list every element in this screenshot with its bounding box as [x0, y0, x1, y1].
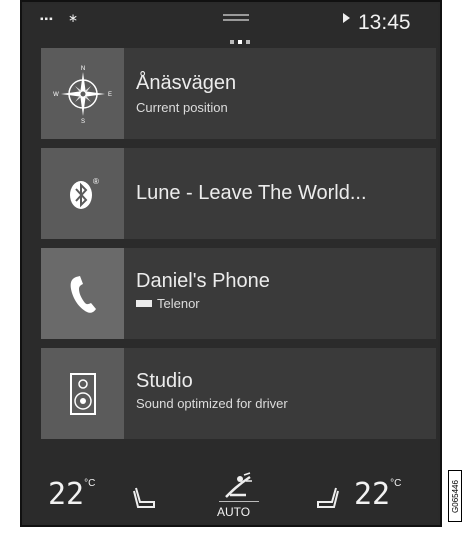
right-seat-heat-icon[interactable]	[314, 485, 340, 511]
center-display: ▪▪▪ ∗ 13:45 N S W E Ånäsvägen Current po…	[20, 0, 442, 527]
tile-title: Lune - Leave The World...	[136, 182, 367, 204]
tile-subtitle: Telenor	[157, 296, 200, 311]
compass-icon: N S W E	[41, 48, 124, 139]
tile-title: Ånäsvägen	[136, 72, 237, 94]
tile-subtitle: Sound optimized for driver	[136, 396, 288, 411]
status-bar[interactable]: ▪▪▪ ∗ 13:45	[24, 4, 438, 40]
phone-tile[interactable]: Daniel's Phone Telenor	[41, 248, 436, 339]
temperature-unit: °C	[84, 478, 96, 489]
svg-text:W: W	[53, 92, 59, 98]
svg-text:®: ®	[93, 177, 99, 186]
navigation-tile[interactable]: N S W E Ånäsvägen Current position	[41, 48, 436, 139]
bluetooth-icon: ®	[41, 148, 124, 239]
left-temperature-button[interactable]: 22°C	[48, 477, 95, 512]
climate-bar: 22°C AUTO 22°C	[24, 463, 438, 523]
svg-text:N: N	[80, 66, 84, 72]
figure-code: G065446	[448, 470, 462, 522]
right-temperature-value: 22	[354, 477, 391, 512]
left-seat-heat-icon[interactable]	[132, 485, 158, 511]
fan-icon[interactable]	[220, 471, 256, 503]
clock: 13:45	[358, 11, 411, 34]
audio-tile[interactable]: Studio Sound optimized for driver	[41, 348, 436, 439]
drag-handle[interactable]	[223, 14, 249, 16]
page-dot	[230, 40, 234, 44]
play-icon	[343, 13, 350, 23]
fan-level-line	[219, 501, 259, 502]
right-temperature-button[interactable]: 22°C	[354, 477, 401, 512]
figure-code-text: G065446	[450, 479, 460, 513]
page-dot	[246, 40, 250, 44]
network-carrier-icon	[136, 300, 152, 307]
speaker-icon	[41, 348, 124, 439]
tile-title: Daniel's Phone	[136, 270, 270, 292]
page-indicator	[230, 40, 250, 44]
temperature-unit: °C	[390, 478, 402, 489]
svg-text:E: E	[107, 92, 111, 98]
phone-icon	[41, 248, 124, 339]
page-dot-active	[238, 40, 242, 44]
climate-auto-label: AUTO	[217, 505, 251, 519]
svg-text:S: S	[80, 119, 84, 124]
bluetooth-status-icon: ∗	[68, 11, 79, 25]
media-tile[interactable]: ® Lune - Leave The World...	[41, 148, 436, 239]
tile-subtitle: Current position	[136, 100, 228, 115]
signal-icon: ▪▪▪	[40, 14, 54, 25]
screen: ▪▪▪ ∗ 13:45 N S W E Ånäsvägen Current po…	[24, 4, 438, 523]
left-temperature-value: 22	[48, 477, 85, 512]
tile-title: Studio	[136, 370, 193, 392]
